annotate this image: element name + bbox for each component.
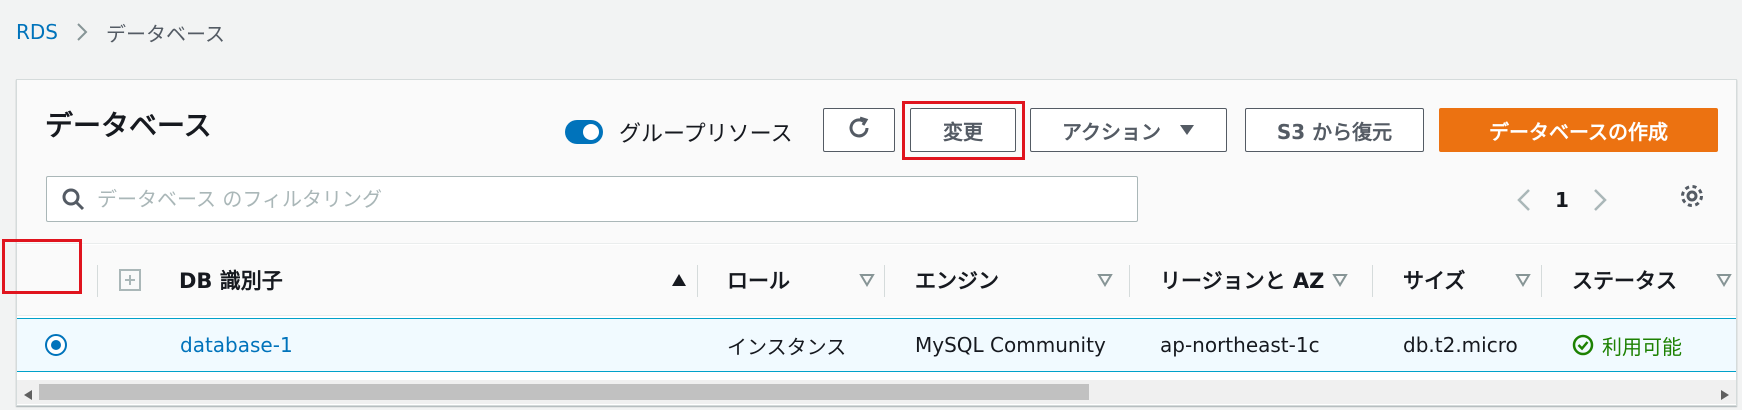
column-header-size[interactable]: サイズ [1403,245,1543,315]
column-label: サイズ [1403,269,1466,293]
actions-label: アクション [1062,119,1161,144]
table-header: DB 識別子 ロール エンジン リージョンと AZ サイズ ステータス [17,245,1736,316]
column-label: DB 識別子 [179,269,283,293]
group-resources-label: グループリソース [619,122,793,147]
column-divider [1129,265,1130,297]
horizontal-scrollbar[interactable] [17,380,1736,404]
sort-icon [1097,273,1113,287]
expand-all-icon[interactable] [119,245,141,315]
group-resources-toggle[interactable] [565,120,603,144]
column-header-region-az[interactable]: リージョンと AZ [1160,245,1360,315]
status-cell: 利用可能 [1572,319,1682,371]
scroll-right-icon[interactable] [1720,386,1730,405]
modify-button[interactable]: 変更 [910,108,1016,152]
pagination: 1 [1517,180,1607,220]
breadcrumb-rds-link[interactable]: RDS [16,20,58,44]
column-header-role[interactable]: ロール [727,245,887,315]
scroll-left-icon[interactable] [23,386,33,405]
column-divider [1372,265,1373,297]
group-resources-toggle-wrap: グループリソース [565,116,793,148]
chevron-right-icon[interactable] [1593,188,1607,212]
refresh-button[interactable] [823,108,895,152]
status-text: 利用可能 [1602,334,1682,359]
column-header-engine[interactable]: エンジン [915,245,1125,315]
create-database-button[interactable]: データベースの作成 [1439,108,1718,152]
caret-down-icon [1179,121,1195,140]
column-divider [697,265,698,297]
toggle-knob [583,124,599,140]
sort-icon [1716,273,1732,287]
chevron-left-icon[interactable] [1517,188,1531,212]
column-divider [884,265,885,297]
radio-selected-dot [51,340,61,350]
column-label: ステータス [1572,269,1677,293]
role-cell: インスタンス [727,334,847,359]
check-circle-icon [1572,334,1594,356]
region-cell: ap-northeast-1c [1160,333,1320,357]
engine-cell: MySQL Community [915,333,1106,357]
radio-highlight-box [2,239,82,294]
column-divider [97,265,98,297]
gear-icon[interactable] [1678,182,1706,210]
restore-from-s3-button[interactable]: S3 から復元 [1245,108,1424,152]
size-cell: db.t2.micro [1403,333,1518,357]
page-number[interactable]: 1 [1555,188,1569,212]
column-label: エンジン [915,269,999,293]
sort-icon [859,273,875,287]
actions-button[interactable]: アクション [1030,108,1227,152]
column-header-db-identifier[interactable]: DB 識別子 [179,245,699,315]
table-row[interactable]: database-1 インスタンス MySQL Community ap-nor… [17,318,1736,372]
scrollbar-thumb[interactable] [39,384,1089,400]
db-identifier-link[interactable]: database-1 [180,319,293,371]
databases-panel: データベース グループリソース 変更 アクション S3 から復元 データベースの… [16,79,1737,406]
column-label: リージョンと AZ [1160,269,1325,293]
panel-header: データベース グループリソース 変更 アクション S3 から復元 データベースの… [17,80,1736,244]
search-icon [61,187,85,211]
breadcrumb: RDS データベース [16,18,225,46]
filter-search-box[interactable] [46,176,1138,222]
sort-ascending-icon [671,273,687,287]
sort-icon [1515,273,1531,287]
row-select-radio[interactable] [45,334,67,356]
page-title: データベース [45,109,212,142]
column-divider [1541,265,1542,297]
breadcrumb-current: データベース [106,21,225,46]
column-header-status[interactable]: ステータス [1572,245,1732,315]
filter-input[interactable] [97,187,1077,211]
chevron-right-icon [76,22,88,42]
column-label: ロール [727,269,790,293]
refresh-icon [846,115,872,146]
sort-icon [1332,273,1348,287]
